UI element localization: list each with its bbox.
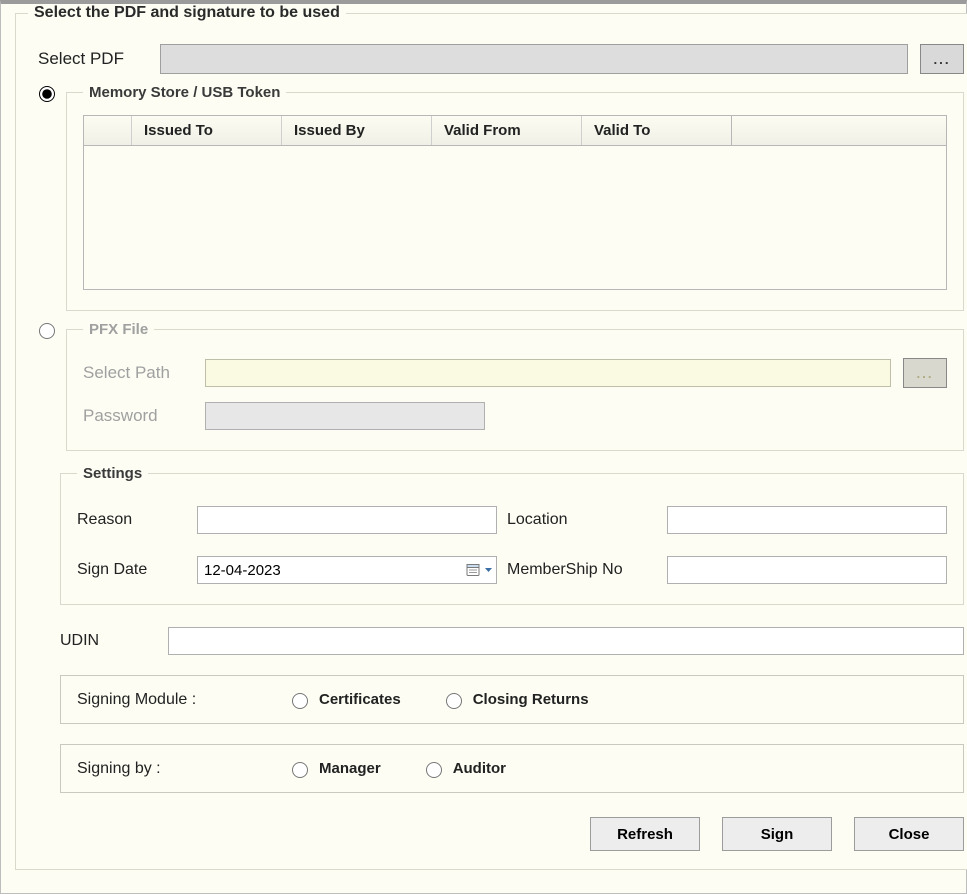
location-label: Location xyxy=(507,511,657,529)
signing-module-closing-returns-option[interactable]: Closing Returns xyxy=(441,690,589,709)
certificate-col-valid-from: Valid From xyxy=(432,116,582,145)
calendar-icon xyxy=(466,562,482,578)
signing-module-closing-returns-radio[interactable] xyxy=(446,693,462,709)
settings-block: Settings Reason Location Sign Date xyxy=(60,465,964,851)
reason-input[interactable] xyxy=(197,506,497,534)
memory-store-legend: Memory Store / USB Token xyxy=(83,84,286,101)
select-pdf-label: Select PDF xyxy=(38,49,148,69)
udin-input[interactable] xyxy=(168,627,964,655)
button-row: Refresh Sign Close xyxy=(60,817,964,851)
udin-row: UDIN xyxy=(60,627,964,655)
signing-by-auditor-radio[interactable] xyxy=(426,762,442,778)
close-button[interactable]: Close xyxy=(854,817,964,851)
pfx-path-row: Select Path ... xyxy=(83,358,947,388)
select-pdf-row: Select PDF ... xyxy=(38,44,964,74)
certificate-col-issued-to: Issued To xyxy=(132,116,282,145)
settings-grid: Reason Location Sign Date xyxy=(77,506,947,584)
pfx-path-display xyxy=(205,359,891,387)
sign-date-input[interactable] xyxy=(197,556,497,584)
refresh-button[interactable]: Refresh xyxy=(590,817,700,851)
settings-legend: Settings xyxy=(77,465,148,482)
signing-module-closing-returns-text: Closing Returns xyxy=(473,691,589,708)
location-input[interactable] xyxy=(667,506,947,534)
pfx-password-label: Password xyxy=(83,406,193,426)
memory-store-fieldset: Memory Store / USB Token Issued To Issue… xyxy=(66,84,964,311)
certificate-col-issued-by: Issued By xyxy=(282,116,432,145)
pfx-source-block: PFX File Select Path ... Password xyxy=(34,321,964,451)
signing-module-label: Signing Module : xyxy=(77,691,247,709)
signing-by-manager-radio[interactable] xyxy=(292,762,308,778)
signing-module-certificates-option[interactable]: Certificates xyxy=(287,690,401,709)
signing-by-label: Signing by : xyxy=(77,760,247,778)
settings-fieldset: Settings Reason Location Sign Date xyxy=(60,465,964,605)
certificate-table-header: Issued To Issued By Valid From Valid To xyxy=(84,116,946,146)
main-fieldset: Select the PDF and signature to be used … xyxy=(15,4,967,870)
membership-label: MemberShip No xyxy=(507,561,657,579)
signing-module-certificates-text: Certificates xyxy=(319,691,401,708)
membership-input[interactable] xyxy=(667,556,947,584)
sign-date-label: Sign Date xyxy=(77,561,187,579)
pfx-select-path-label: Select Path xyxy=(83,363,193,383)
chevron-down-icon xyxy=(484,562,493,578)
signing-by-manager-option[interactable]: Manager xyxy=(287,759,381,778)
browse-pdf-button[interactable]: ... xyxy=(920,44,964,74)
signing-module-certificates-radio[interactable] xyxy=(292,693,308,709)
udin-label: UDIN xyxy=(60,632,150,650)
pfx-file-legend: PFX File xyxy=(83,321,154,338)
signing-by-auditor-text: Auditor xyxy=(453,760,506,777)
memory-source-block: Memory Store / USB Token Issued To Issue… xyxy=(34,84,964,311)
sign-date-wrap xyxy=(197,556,497,584)
signing-by-box: Signing by : Manager Auditor xyxy=(60,744,964,793)
certificate-table[interactable]: Issued To Issued By Valid From Valid To xyxy=(83,115,947,290)
reason-label: Reason xyxy=(77,511,187,529)
signing-by-auditor-option[interactable]: Auditor xyxy=(421,759,506,778)
pfx-password-row: Password xyxy=(83,402,947,430)
select-pdf-path-display xyxy=(160,44,908,74)
main-legend: Select the PDF and signature to be used xyxy=(28,4,346,22)
pfx-file-fieldset: PFX File Select Path ... Password xyxy=(66,321,964,451)
certificate-col-valid-to: Valid To xyxy=(582,116,732,145)
sign-date-picker-button[interactable] xyxy=(466,562,493,578)
signing-by-manager-text: Manager xyxy=(319,760,381,777)
memory-store-radio[interactable] xyxy=(39,86,55,102)
pfx-file-radio[interactable] xyxy=(39,323,55,339)
browse-pfx-button[interactable]: ... xyxy=(903,358,947,388)
certificate-col-selector xyxy=(84,116,132,145)
signing-module-box: Signing Module : Certificates Closing Re… xyxy=(60,675,964,724)
sign-button[interactable]: Sign xyxy=(722,817,832,851)
dialog-root: Select the PDF and signature to be used … xyxy=(0,0,967,894)
pfx-password-input[interactable] xyxy=(205,402,485,430)
